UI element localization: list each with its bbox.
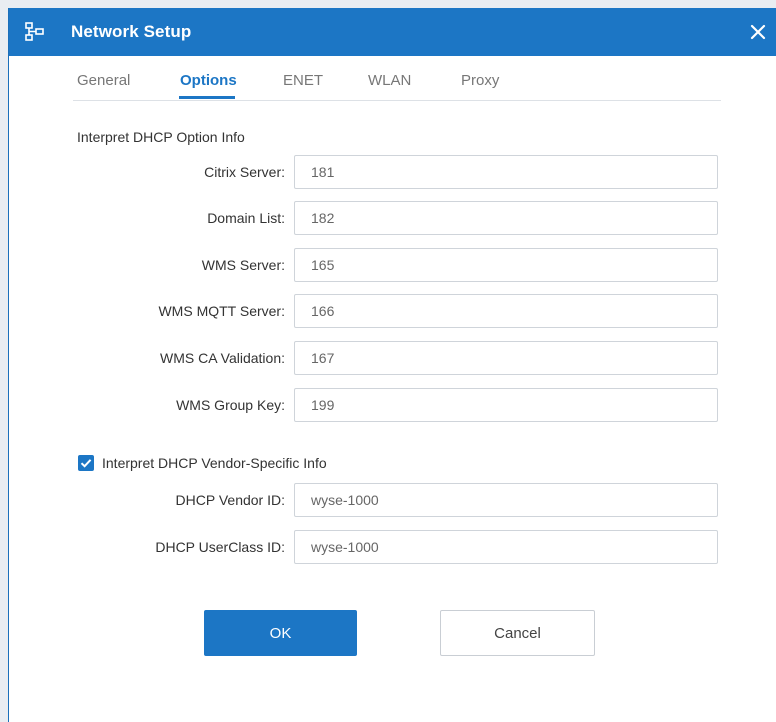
dialog-title: Network Setup [71, 22, 192, 41]
cancel-button[interactable]: Cancel [440, 610, 595, 656]
tab-general[interactable]: General [77, 72, 130, 89]
domain-list-field[interactable] [294, 201, 718, 235]
wms-server-field[interactable] [294, 248, 718, 282]
wms-server-label: WMS Server: [201, 257, 285, 273]
dhcp-vendor-id-field[interactable] [294, 483, 718, 517]
title-bar: Network Setup [9, 8, 776, 56]
citrix-server-label: Citrix Server: [204, 164, 285, 180]
wms-mqtt-server-field[interactable] [294, 294, 718, 328]
wms-ca-validation-label: WMS CA Validation: [159, 350, 285, 366]
tab-bar: General Options ENET WLAN Proxy [73, 56, 721, 101]
domain-list-label: Domain List: [207, 210, 285, 226]
tab-wlan[interactable]: WLAN [368, 72, 411, 89]
citrix-server-field[interactable] [294, 155, 718, 189]
active-tab-indicator [179, 96, 235, 99]
network-setup-dialog: Network Setup General Options ENET WLAN … [8, 8, 776, 722]
dhcp-userclass-id-label: DHCP UserClass ID: [155, 539, 285, 555]
tab-options[interactable]: Options [180, 72, 237, 89]
wms-ca-validation-field[interactable] [294, 341, 718, 375]
wms-group-key-field[interactable] [294, 388, 718, 422]
close-icon[interactable] [746, 20, 770, 44]
dhcp-option-section-label: Interpret DHCP Option Info [77, 129, 245, 145]
tab-proxy[interactable]: Proxy [461, 72, 499, 89]
wms-group-key-label: WMS Group Key: [176, 397, 285, 413]
dhcp-userclass-id-field[interactable] [294, 530, 718, 564]
checkmark-icon [80, 459, 92, 468]
dhcp-vendor-id-label: DHCP Vendor ID: [175, 492, 285, 508]
network-icon [25, 22, 44, 41]
tab-enet[interactable]: ENET [283, 72, 323, 89]
vendor-specific-checkbox[interactable] [78, 455, 94, 471]
ok-button[interactable]: OK [204, 610, 357, 656]
wms-mqtt-server-label: WMS MQTT Server: [158, 303, 285, 319]
vendor-specific-label[interactable]: Interpret DHCP Vendor-Specific Info [102, 455, 327, 471]
